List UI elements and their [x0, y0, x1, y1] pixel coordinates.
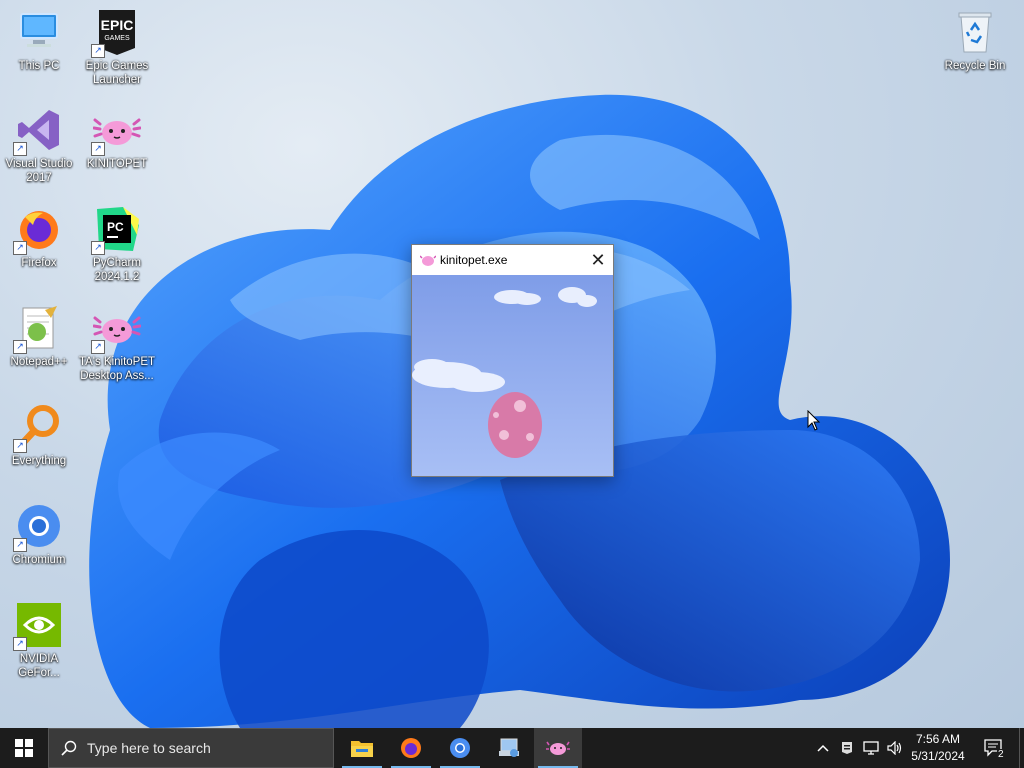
clock-date: 5/31/2024	[911, 749, 965, 763]
svg-text:GAMES: GAMES	[104, 35, 130, 42]
desktop-icon-everything[interactable]: ↗ Everything	[0, 403, 78, 468]
shortcut-arrow-icon: ↗	[91, 241, 105, 255]
pycharm-icon: PC ↗	[91, 205, 141, 255]
network-icon	[863, 741, 879, 755]
epic-games-tray-icon	[842, 742, 852, 754]
desktop-icon-recycle-bin[interactable]: Recycle Bin	[936, 8, 1014, 73]
close-icon: ✕	[590, 249, 606, 270]
desktop-icon-kinitopet[interactable]: ↗ KINITOPET	[78, 106, 156, 171]
pet-scene[interactable]	[412, 275, 613, 476]
desktop-icon-chromium[interactable]: ↗ Chromium	[0, 502, 78, 567]
sky-scene	[412, 275, 613, 476]
taskbar-search-box[interactable]: Type here to search	[48, 728, 334, 768]
visual-studio-icon: ↗	[13, 106, 63, 156]
speaker-icon	[887, 741, 902, 755]
windows-logo-icon	[15, 739, 33, 757]
epic-games-logo-icon: EPIC GAMES ↗	[91, 8, 141, 58]
clock-time: 7:56 AM	[915, 732, 961, 746]
desktop-icon-pycharm[interactable]: PC ↗ PyCharm 2024.1.2	[78, 205, 156, 284]
recycle-bin-icon	[951, 8, 999, 56]
desktop-icon-ta-kinitopet[interactable]: ↗ TA's KinitoPET Desktop Ass...	[78, 304, 156, 383]
chromium-icon: ↗	[13, 502, 63, 552]
folder-icon	[351, 741, 373, 757]
chevron-up-icon	[817, 744, 829, 752]
axolotl-icon: ↗	[91, 304, 142, 354]
tray-epic-games[interactable]	[836, 728, 858, 768]
search-placeholder: Type here to search	[87, 740, 211, 756]
egg-icon	[488, 392, 542, 458]
nvidia-icon: ↗	[13, 601, 63, 651]
taskbar: Type here to search 7:56 AM 5/31/2024 2	[0, 728, 1024, 768]
action-center-button[interactable]: 2	[980, 728, 1008, 768]
chromium-icon	[450, 738, 470, 758]
desktop-icon-epic-games[interactable]: EPIC GAMES ↗ Epic Games Launcher	[78, 8, 156, 87]
window-title: kinitopet.exe	[440, 253, 508, 267]
shortcut-arrow-icon: ↗	[13, 439, 27, 453]
shortcut-arrow-icon: ↗	[13, 241, 27, 255]
search-icon	[61, 740, 77, 756]
taskbar-firefox[interactable]	[387, 728, 435, 768]
desktop: This PC EPIC GAMES ↗ Epic Games Launcher…	[0, 0, 1024, 728]
kinitopet-window[interactable]: kinitopet.exe ✕	[411, 244, 614, 477]
notification-count: 2	[997, 749, 1005, 760]
desktop-icon-firefox[interactable]: ↗ Firefox	[0, 205, 78, 270]
taskbar-clock[interactable]: 7:56 AM 5/31/2024	[905, 728, 971, 768]
firefox-icon	[401, 738, 421, 758]
desktop-icon-nvidia[interactable]: ↗ NVIDIA GeFor...	[0, 601, 78, 680]
start-button[interactable]	[0, 728, 48, 768]
show-desktop-button[interactable]	[1019, 728, 1024, 768]
desktop-icon-visual-studio[interactable]: ↗ Visual Studio 2017	[0, 106, 78, 185]
desktop-icon-notepadpp[interactable]: ↗ Notepad++	[0, 304, 78, 369]
taskbar-kinitopet[interactable]	[534, 728, 582, 768]
desktop-icon-this-pc[interactable]: This PC	[0, 8, 78, 73]
show-hidden-icons-button[interactable]	[812, 728, 834, 768]
taskbar-file-explorer[interactable]	[338, 728, 386, 768]
taskbar-chromium[interactable]	[436, 728, 484, 768]
shortcut-arrow-icon: ↗	[91, 44, 105, 58]
shortcut-arrow-icon: ↗	[13, 340, 27, 354]
magnifier-icon: ↗	[13, 403, 63, 453]
shortcut-arrow-icon: ↗	[91, 142, 105, 156]
svg-text:EPIC: EPIC	[101, 17, 134, 33]
svg-text:PC: PC	[107, 220, 124, 234]
computer-icon	[15, 8, 63, 56]
shortcut-arrow-icon: ↗	[13, 637, 27, 651]
shortcut-arrow-icon: ↗	[13, 142, 27, 156]
window-titlebar[interactable]: kinitopet.exe ✕	[412, 245, 613, 275]
firefox-icon: ↗	[13, 205, 63, 255]
control-panel-icon	[499, 738, 519, 757]
axolotl-icon: ↗	[91, 106, 142, 156]
shortcut-arrow-icon: ↗	[13, 538, 27, 552]
shortcut-arrow-icon: ↗	[91, 340, 105, 354]
tray-network[interactable]	[860, 728, 882, 768]
notepadpp-icon: ↗	[13, 304, 63, 354]
tray-volume[interactable]	[884, 728, 906, 768]
axolotl-app-icon	[420, 253, 436, 267]
close-button[interactable]: ✕	[583, 245, 613, 275]
mouse-cursor-icon	[807, 409, 821, 437]
axolotl-icon	[546, 741, 570, 755]
taskbar-control-panel[interactable]	[485, 728, 533, 768]
